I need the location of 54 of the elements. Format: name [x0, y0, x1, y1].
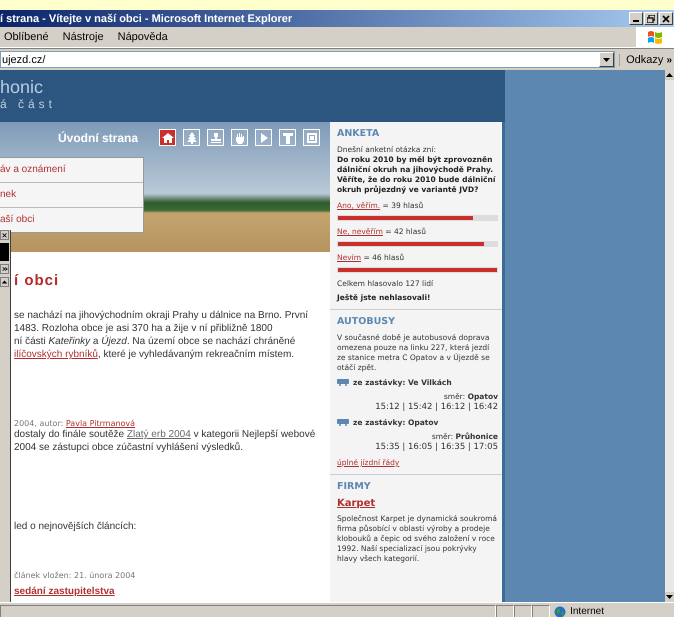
zone-label: Internet: [570, 606, 604, 617]
article-meta: článek vložen: 21. února 2004: [14, 571, 136, 580]
site-subtitle: á část: [0, 97, 58, 111]
scroll-down-icon[interactable]: [666, 595, 673, 599]
scroll-up-icon[interactable]: [0, 277, 9, 287]
dropdown-button[interactable]: [599, 52, 614, 67]
bus-icon: [337, 419, 349, 426]
minimize-icon: [633, 20, 639, 22]
minimize-button[interactable]: [629, 12, 643, 25]
bus-icon: [337, 379, 349, 386]
close-button[interactable]: [659, 12, 673, 25]
text-link[interactable]: ilíčovských rybníků: [14, 349, 98, 360]
paragraph-line: 1483. Rozloha obce je asi 370 ha a žije v ní přibližně 1800: [14, 322, 274, 335]
nav-label: Úvodní strana: [58, 130, 138, 144]
section-title: ANKETA: [337, 128, 380, 139]
paragraph-line: dostaly do finále soutěže Zlatý erb 2004 v kategorii Nejlepší webové: [14, 428, 316, 441]
address-field[interactable]: ujezd.cz/: [0, 51, 616, 68]
departure-times: 15:12 | 15:42 | 16:12 | 16:42: [374, 402, 498, 413]
paragraph-line: ilíčovských rybníků, které je vyhledávaným rekreačním místem.: [14, 348, 296, 361]
window-title: í strana - Vítejte v naší obci - Microsoft Internet Explorer: [0, 12, 292, 24]
scrollbar[interactable]: [665, 70, 674, 602]
status-pane: [514, 604, 532, 617]
menu-item[interactable]: aší obci: [0, 208, 143, 232]
caret-icon: [603, 58, 610, 62]
menu-item[interactable]: áv a oznámení: [0, 158, 143, 183]
chevron-icon[interactable]: [0, 264, 9, 274]
author-link[interactable]: Pavla Pitrmanová: [66, 419, 136, 428]
close-icon: [662, 14, 670, 22]
menu-item[interactable]: Oblíbené: [4, 31, 49, 43]
status-pane: [532, 604, 550, 617]
globe-icon: [554, 606, 566, 617]
scroll-up-icon[interactable]: [666, 73, 673, 77]
links-button[interactable]: Odkazy »: [619, 54, 674, 66]
text-link[interactable]: Zlatý erb 2004: [126, 429, 191, 440]
firm-link[interactable]: Karpet: [337, 498, 376, 509]
menu-item[interactable]: nek: [0, 183, 143, 208]
section-title: AUTOBUSY: [337, 316, 396, 327]
paragraph-line: se nachází na jihovýchodním okraji Prahy u dálnice na Brno. První: [14, 309, 310, 322]
menu-item[interactable]: Nápověda: [118, 31, 168, 43]
news-meta: 2004, autor:: [14, 419, 64, 428]
close-icon[interactable]: [0, 230, 9, 240]
section-title: FIRMY: [337, 481, 372, 492]
paragraph-line: ní části Kateřinky a Újezd. Na území obce se nachází chráněné: [14, 335, 296, 348]
restore-icon: [647, 14, 655, 22]
restore-button[interactable]: [644, 12, 658, 25]
menu-item[interactable]: Nástroje: [62, 31, 104, 43]
paragraph-line: 2004 se zástupci obce zúčastní vyhlášení výsledků.: [14, 441, 244, 454]
paragraph-line: led o nejnovějších článcích:: [14, 520, 138, 533]
article-heading: í obci: [14, 272, 60, 289]
nav-icon[interactable]: [159, 129, 176, 146]
site-title: honic: [0, 77, 44, 97]
article-link[interactable]: sedání zastupitelstva: [14, 586, 115, 597]
departure-times: 15:35 | 16:05 | 16:35 | 17:05: [374, 442, 498, 453]
panel-area: [0, 243, 9, 261]
